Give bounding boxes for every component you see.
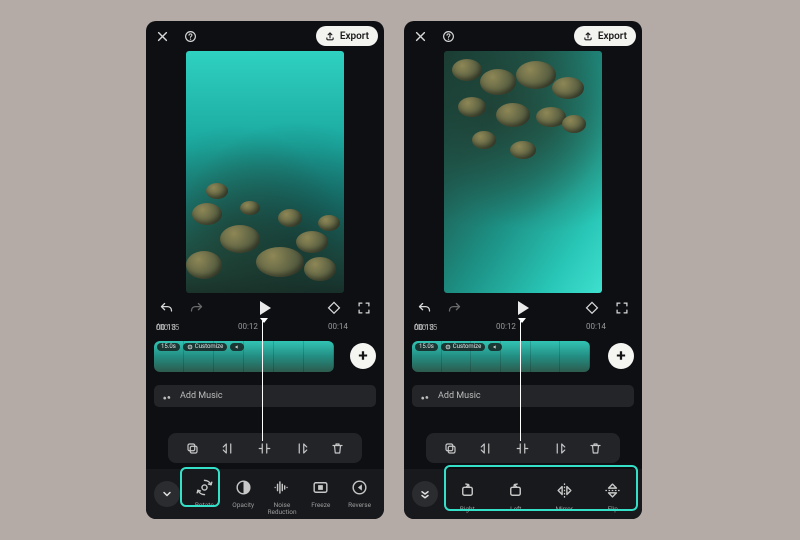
export-button[interactable]: Export (574, 26, 636, 46)
help-icon[interactable] (180, 26, 200, 46)
tool-rotate-left[interactable]: Left (493, 476, 540, 513)
clip-duration-badge: 15.0s (415, 343, 438, 351)
close-icon[interactable] (410, 26, 430, 46)
timecode-mark-a: 00:12 (496, 322, 516, 331)
redo-icon[interactable] (444, 298, 464, 318)
timecode-mark-a: 00:12 (238, 322, 258, 331)
video-preview[interactable] (444, 51, 602, 293)
undo-icon[interactable] (156, 298, 176, 318)
video-preview-area (146, 49, 384, 295)
fullscreen-icon[interactable] (354, 298, 374, 318)
split-right-icon[interactable] (289, 436, 313, 460)
export-label: Export (340, 31, 369, 42)
freeze-icon (309, 475, 333, 499)
close-icon[interactable] (152, 26, 172, 46)
top-bar: Export (404, 21, 642, 49)
fullscreen-icon[interactable] (612, 298, 632, 318)
timecode-mark-b: 00:14 (586, 322, 606, 331)
tool-reverse[interactable]: Reverse (341, 472, 378, 509)
comparison-stage: Export (0, 0, 800, 540)
editor-screen-left: Export (146, 21, 384, 519)
edit-actions-row (426, 433, 620, 463)
collapse-toolbar-button[interactable] (154, 481, 180, 507)
video-preview[interactable] (186, 51, 344, 293)
tool-freeze[interactable]: Freeze (302, 472, 339, 509)
playhead[interactable] (262, 321, 263, 441)
video-clip[interactable]: 15.0s Customize (154, 341, 334, 372)
bottom-toolbar: Right Left Mirror (404, 469, 642, 519)
music-note-icon (162, 391, 173, 402)
tool-mirror[interactable]: Mirror (541, 476, 588, 513)
clip-audio-badge[interactable] (230, 343, 244, 351)
video-clip[interactable]: 15.0s Customize (412, 341, 590, 372)
video-preview-area (404, 49, 642, 295)
add-music-label: Add Music (180, 391, 223, 401)
keyframe-icon[interactable] (582, 298, 602, 318)
clip-customize-badge[interactable]: Customize (183, 343, 227, 351)
clip-audio-badge[interactable] (488, 343, 502, 351)
split-left-icon[interactable] (475, 436, 499, 460)
play-button[interactable] (518, 301, 529, 315)
redo-icon[interactable] (186, 298, 206, 318)
music-note-icon (420, 391, 431, 402)
export-label: Export (598, 31, 627, 42)
add-clip-button[interactable]: + (608, 343, 634, 369)
delete-icon[interactable] (584, 436, 608, 460)
top-bar: Export (146, 21, 384, 49)
add-music-row[interactable]: Add Music (154, 385, 376, 407)
duplicate-icon[interactable] (180, 436, 204, 460)
duplicate-icon[interactable] (438, 436, 462, 460)
tool-flip[interactable]: Flip (590, 476, 637, 513)
add-music-label: Add Music (438, 391, 481, 401)
tool-rotate-right[interactable]: Right (444, 476, 491, 513)
reverse-icon (348, 475, 372, 499)
timeline[interactable]: 15.0s Customize + (404, 337, 642, 379)
clip-customize-badge[interactable]: Customize (441, 343, 485, 351)
delete-icon[interactable] (326, 436, 350, 460)
export-icon (325, 31, 335, 41)
help-icon[interactable] (438, 26, 458, 46)
undo-icon[interactable] (414, 298, 434, 318)
rotate-right-icon (455, 479, 479, 503)
add-clip-button[interactable]: + (350, 343, 376, 369)
rotate-left-icon (504, 479, 528, 503)
editor-screen-right: Export (404, 21, 642, 519)
split-right-icon[interactable] (547, 436, 571, 460)
export-button[interactable]: Export (316, 26, 378, 46)
tool-strip: Right Left Mirror (444, 476, 642, 513)
add-music-row[interactable]: Add Music (412, 385, 634, 407)
split-icon[interactable] (511, 436, 535, 460)
tool-opacity[interactable]: Opacity (225, 472, 262, 509)
opacity-icon (231, 475, 255, 499)
rotate-icon (192, 475, 216, 499)
export-icon (583, 31, 593, 41)
split-icon[interactable] (253, 436, 277, 460)
play-button[interactable] (260, 301, 271, 315)
timecode-row: 00:13 / 00:15 00:12 00:14 (146, 321, 384, 337)
collapse-toolbar-button[interactable] (412, 481, 438, 507)
flip-icon (601, 479, 625, 503)
timecode-current: 00:13 / 00:15 (414, 322, 417, 331)
noise-reduction-icon (270, 475, 294, 499)
tool-noise-reduction[interactable]: Noise Reduction (264, 472, 301, 516)
timecode-current: 00:13 / 00:15 (156, 322, 159, 331)
timecode-mark-b: 00:14 (328, 322, 348, 331)
tool-rotate[interactable]: Rotate (186, 472, 223, 509)
split-left-icon[interactable] (217, 436, 241, 460)
clip-duration-badge: 15.0s (157, 343, 180, 351)
bottom-toolbar: Rotate Opacity Noise Reduction (146, 469, 384, 519)
edit-actions-row (168, 433, 362, 463)
timecode-row: 00:13 / 00:15 00:12 00:14 (404, 321, 642, 337)
keyframe-icon[interactable] (324, 298, 344, 318)
playhead[interactable] (520, 321, 521, 441)
timeline[interactable]: 15.0s Customize + (146, 337, 384, 379)
tool-strip: Rotate Opacity Noise Reduction (186, 472, 384, 516)
mirror-icon (552, 479, 576, 503)
